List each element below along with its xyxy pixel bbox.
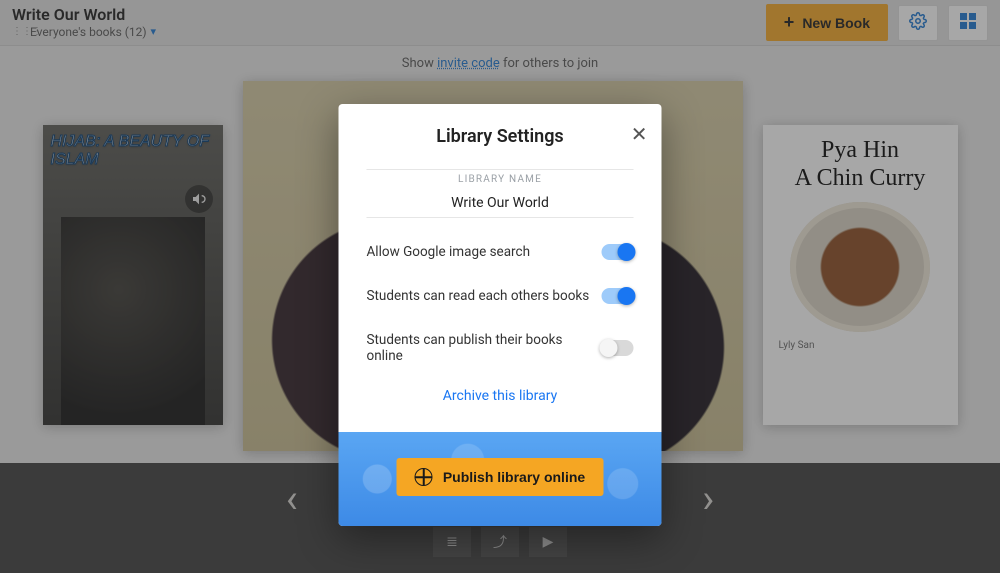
library-name-label: LIBRARY NAME [367,169,634,185]
setting-row-publish-online: Students can publish their books online [367,318,634,378]
setting-label: Students can publish their books online [367,332,602,364]
library-settings-modal: Library Settings ✕ LIBRARY NAME Write Ou… [339,104,662,526]
setting-row-google-image: Allow Google image search [367,230,634,274]
publish-library-button[interactable]: Publish library online [397,458,603,496]
setting-row-read-others: Students can read each others books [367,274,634,318]
modal-close-button[interactable]: ✕ [631,122,648,147]
close-icon: ✕ [631,124,648,146]
setting-label: Students can read each others books [367,288,590,304]
setting-label: Allow Google image search [367,244,531,260]
library-name-input[interactable]: Write Our World [367,185,634,218]
modal-title: Library Settings [367,126,634,147]
toggle-publish-online[interactable] [602,340,634,356]
modal-footer: Publish library online [339,432,662,526]
globe-icon [415,468,433,486]
toggle-google-image[interactable] [602,244,634,260]
archive-library-link[interactable]: Archive this library [367,378,634,422]
toggle-read-others[interactable] [602,288,634,304]
publish-label: Publish library online [443,469,585,485]
